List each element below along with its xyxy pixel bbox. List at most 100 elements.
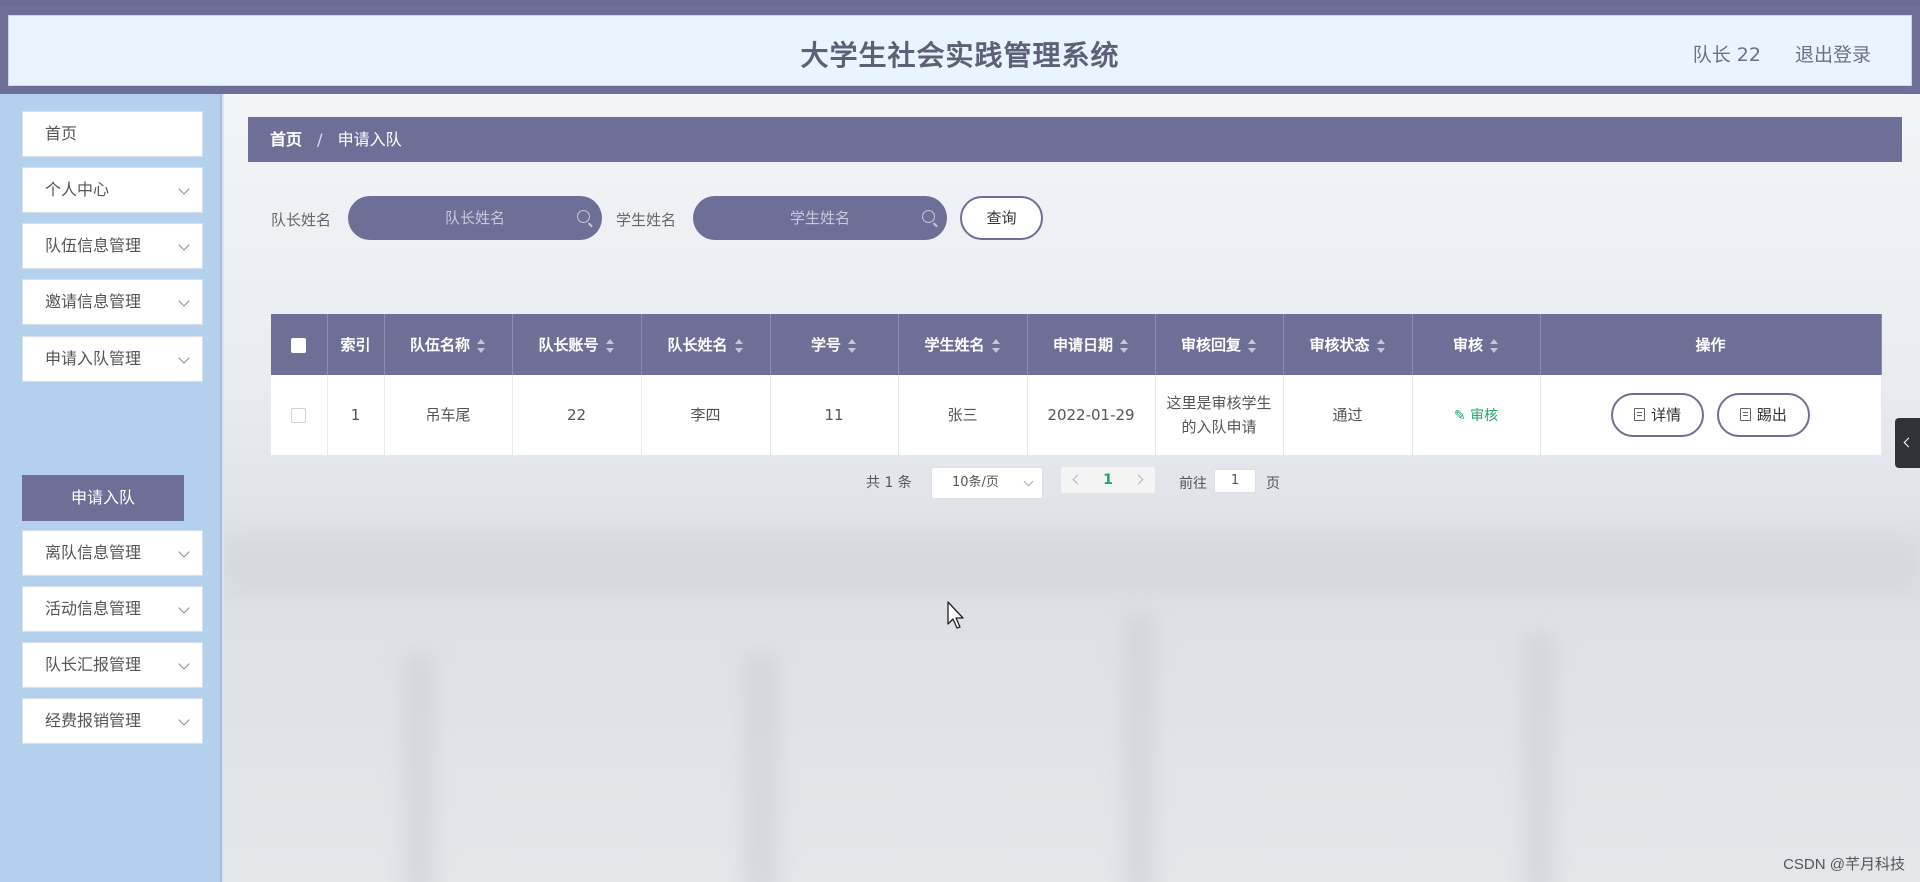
background-blur [404, 654, 434, 882]
sort-icon[interactable] [1489, 338, 1499, 353]
column-label: 队伍名称 [409, 336, 470, 354]
sidebar-item-leave-info[interactable]: 离队信息管理 [22, 530, 203, 576]
detail-button[interactable]: 详情 [1611, 392, 1705, 437]
mouse-cursor-icon [947, 601, 964, 629]
column-header-student-name[interactable]: 学生姓名 [898, 314, 1028, 375]
breadcrumb-home[interactable]: 首页 [270, 130, 302, 149]
column-label: 操作 [1695, 336, 1726, 354]
cell-reply: 这里是审核学生的入队申请 [1155, 375, 1284, 456]
select-all-cell [271, 314, 328, 375]
student-name-input[interactable]: 学生姓名 [693, 196, 947, 240]
sidebar-item-team-info[interactable]: 队伍信息管理 [22, 223, 203, 269]
cell-student-id: 11 [770, 375, 899, 456]
column-header-team-name[interactable]: 队伍名称 [384, 314, 513, 375]
search-icon [922, 210, 935, 223]
column-label: 学号 [810, 336, 841, 354]
sidebar-item-personal-center[interactable]: 个人中心 [22, 167, 203, 213]
goto-page-input[interactable]: 1 [1214, 469, 1256, 493]
breadcrumb-separator: / [317, 130, 323, 149]
document-icon [1739, 407, 1751, 421]
next-page-button[interactable] [1133, 473, 1147, 487]
sidebar-item-expense-reimbursement[interactable]: 经费报销管理 [22, 698, 203, 744]
column-header-reply[interactable]: 审核回复 [1155, 314, 1284, 375]
app-title: 大学生社会实践管理系统 [800, 39, 1120, 72]
search-icon [577, 210, 590, 223]
sort-icon[interactable] [734, 338, 744, 353]
captain-name-input[interactable]: 队长姓名 [348, 196, 602, 240]
column-header-audit[interactable]: 审核 [1412, 314, 1541, 375]
sidebar-item-label: 离队信息管理 [45, 543, 142, 562]
background-blur [1124, 614, 1154, 882]
cell-status: 通过 [1283, 375, 1413, 456]
sort-icon[interactable] [605, 338, 615, 353]
cell-actions: 详情 踢出 [1540, 375, 1882, 456]
query-button[interactable]: 查询 [960, 196, 1043, 240]
chevron-down-icon [178, 239, 190, 251]
sidebar-item-home[interactable]: 首页 [22, 111, 203, 157]
pagination-total: 共 1 条 [866, 475, 912, 491]
column-header-status[interactable]: 审核状态 [1283, 314, 1413, 375]
sidebar-item-label: 申请入队管理 [45, 349, 142, 368]
goto-label: 前往 [1179, 476, 1207, 492]
column-header-captain-name[interactable]: 队长姓名 [641, 314, 771, 375]
chevron-down-icon [178, 183, 190, 195]
page-size-value: 10条/页 [952, 475, 999, 490]
join-request-table: 索引 队伍名称 队长账号 队长姓名 学号 学生姓名 申请日期 审核回复 审核状态… [271, 314, 1882, 456]
user-info: 队长 22 退出登录 [1693, 40, 1871, 67]
student-name-label: 学生姓名 [616, 211, 677, 229]
cell-captain-name: 李四 [641, 375, 771, 456]
select-all-checkbox[interactable] [291, 337, 307, 353]
sort-icon[interactable] [1376, 338, 1386, 353]
column-header-index: 索引 [327, 314, 385, 375]
side-collapse-tab[interactable] [1895, 418, 1920, 468]
app-header: 大学生社会实践管理系统 队长 22 退出登录 [0, 6, 1920, 94]
column-label: 队长账号 [538, 336, 599, 354]
chevron-down-icon [178, 546, 190, 558]
page-label: 页 [1266, 476, 1280, 492]
detail-button-label: 详情 [1651, 405, 1682, 424]
chevron-down-icon [178, 295, 190, 307]
kick-out-button[interactable]: 踢出 [1716, 392, 1810, 437]
sort-icon[interactable] [1247, 338, 1257, 353]
edit-icon: ✎ [1453, 407, 1471, 424]
submenu-item-join-request[interactable]: 申请入队 [22, 475, 184, 521]
sidebar-item-activity-info[interactable]: 活动信息管理 [22, 586, 203, 632]
sidebar-item-label: 经费报销管理 [45, 711, 142, 730]
audit-link[interactable]: ✎ 审核 [1454, 408, 1498, 424]
cell-audit: ✎ 审核 [1412, 375, 1541, 456]
column-header-student-id[interactable]: 学号 [770, 314, 899, 375]
sidebar-item-label: 活动信息管理 [45, 599, 142, 618]
sort-icon[interactable] [1119, 338, 1129, 353]
column-header-captain-account[interactable]: 队长账号 [512, 314, 642, 375]
page-size-select[interactable]: 10条/页 [931, 467, 1043, 499]
current-user: 队长 22 [1692, 44, 1761, 66]
cell-index: 1 [327, 375, 385, 456]
sort-icon[interactable] [991, 338, 1001, 353]
sidebar-item-captain-report[interactable]: 队长汇报管理 [22, 642, 203, 688]
row-select-cell [271, 375, 328, 456]
sidebar-item-join-requests[interactable]: 申请入队管理 [22, 336, 203, 382]
sidebar-item-label: 队长汇报管理 [45, 655, 142, 674]
header-panel: 大学生社会实践管理系统 队长 22 退出登录 [8, 15, 1912, 86]
column-label: 审核状态 [1309, 336, 1370, 354]
captain-name-label: 队长姓名 [271, 211, 332, 229]
logout-link[interactable]: 退出登录 [1795, 44, 1871, 66]
chevron-down-icon [178, 714, 190, 726]
column-header-apply-date[interactable]: 申请日期 [1027, 314, 1156, 375]
chevron-down-icon [178, 352, 190, 364]
cell-captain-account: 22 [512, 375, 642, 456]
captain-name-placeholder: 队长姓名 [444, 209, 505, 227]
chevron-down-icon [1023, 476, 1034, 487]
chevron-down-icon [178, 658, 190, 670]
sort-icon[interactable] [476, 338, 486, 353]
background-blur [744, 654, 778, 882]
pagination-pager: 1 [1061, 467, 1155, 493]
main-content: 首页 / 申请入队 队长姓名 队长姓名 学生姓名 学生姓名 查询 索引 队伍名称… [224, 94, 1920, 882]
student-name-placeholder: 学生姓名 [789, 209, 850, 227]
background-blur [224, 534, 1920, 594]
sort-icon[interactable] [847, 338, 857, 353]
watermark: CSDN @芊月科技 [1783, 856, 1905, 873]
sidebar-item-invitation-info[interactable]: 邀请信息管理 [22, 279, 203, 325]
table-row: 1 吊车尾 22 李四 11 张三 2022-01-29 这里是审核学生的入队申… [271, 375, 1882, 456]
row-checkbox[interactable] [291, 407, 307, 423]
